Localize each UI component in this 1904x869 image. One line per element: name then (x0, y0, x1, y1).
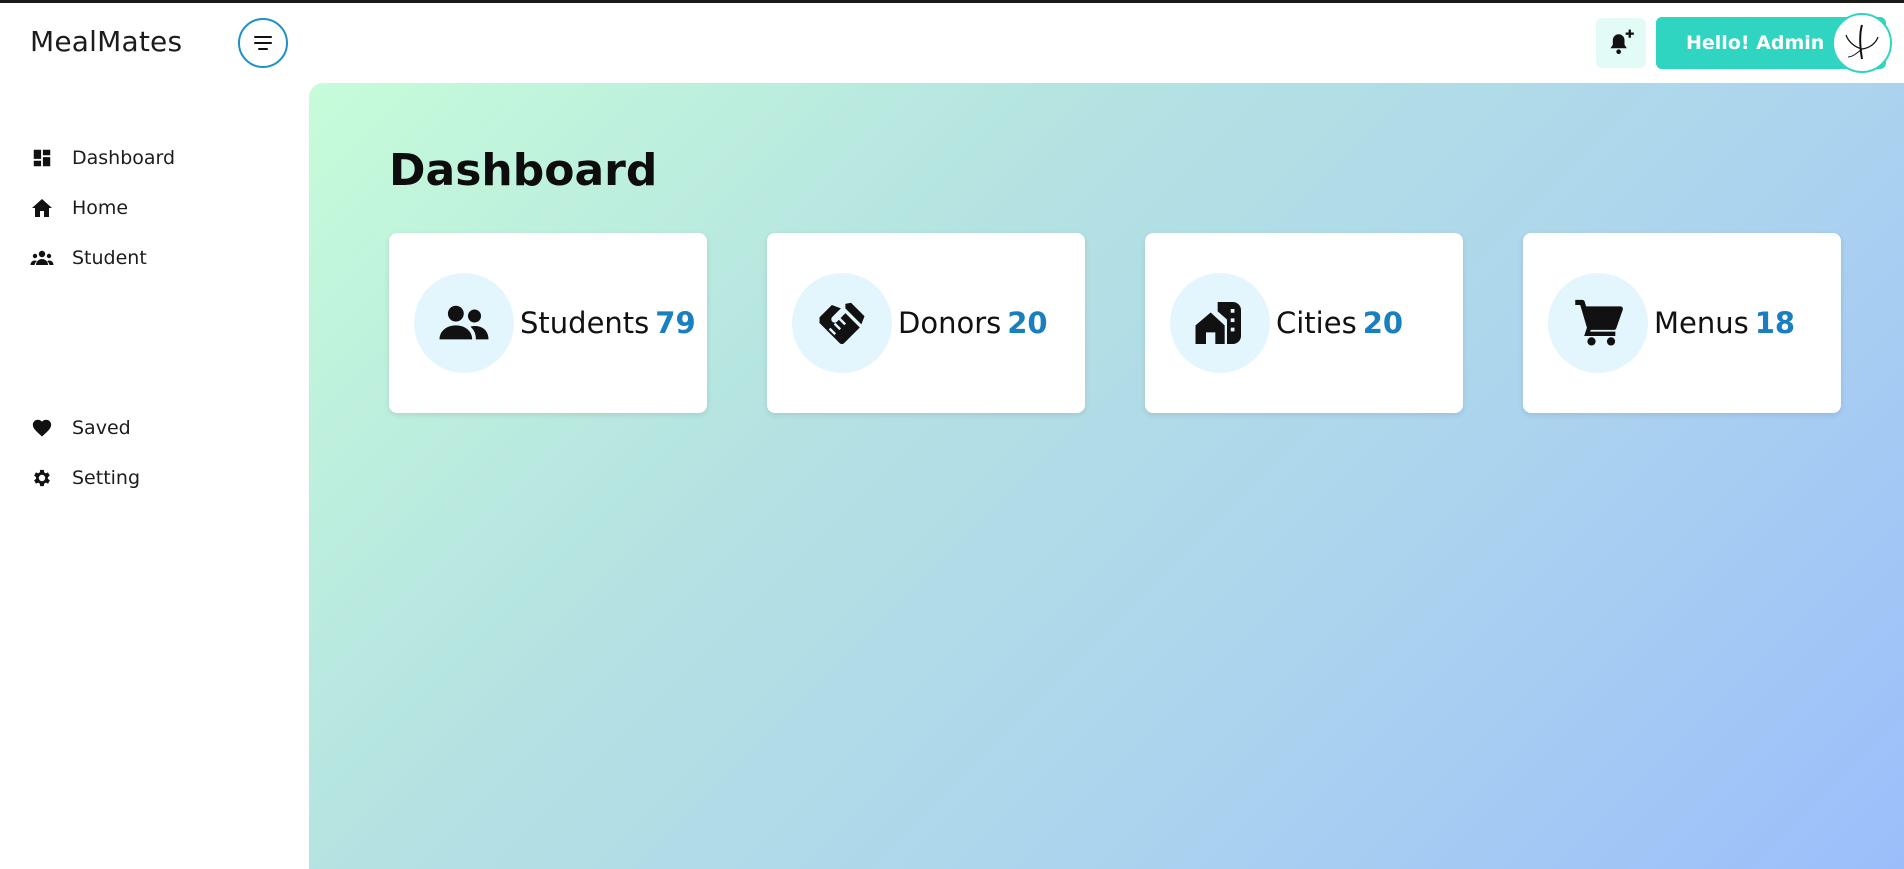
stat-count: 20 (1362, 306, 1404, 340)
admin-greeting: Hello! Admin (1686, 32, 1825, 54)
stat-icon-badge (1170, 273, 1270, 373)
stat-card-donors[interactable]: Donors 20 (767, 233, 1085, 413)
cart-icon (1575, 299, 1623, 346)
app-brand[interactable]: MealMates (30, 25, 182, 58)
sidebar-item-label: Student (72, 247, 147, 269)
sidebar-item-label: Saved (72, 417, 131, 439)
sidebar-item-label: Home (72, 197, 129, 219)
sidebar-item-label: Dashboard (72, 147, 176, 169)
sidebar-item-student[interactable]: Student (30, 243, 147, 273)
sidebar-item-label: Setting (72, 467, 141, 489)
group-icon (30, 246, 54, 270)
stat-card-students[interactable]: Students 79 (389, 233, 707, 413)
stat-count: 20 (1007, 306, 1048, 340)
stat-label: Cities (1276, 306, 1357, 340)
stat-count: 79 (655, 306, 696, 340)
city-icon (1195, 302, 1241, 344)
handshake-icon (819, 302, 865, 345)
stat-label: Donors (898, 306, 1002, 340)
heart-icon (30, 416, 54, 440)
avatar[interactable] (1832, 13, 1892, 73)
top-border (0, 0, 1904, 3)
sidebar-item-home[interactable]: Home (30, 193, 128, 223)
stat-card-cities[interactable]: Cities 20 (1145, 233, 1463, 413)
stat-icon-badge (792, 273, 892, 373)
dashboard-icon (30, 146, 54, 170)
leaf-logo-icon (1845, 24, 1879, 60)
sidebar-item-setting[interactable]: Setting (30, 463, 140, 493)
stat-card-menus[interactable]: Menus 18 (1523, 233, 1841, 413)
add-notification-button[interactable] (1596, 18, 1646, 68)
menu-lines-icon (254, 36, 272, 50)
home-icon (30, 196, 54, 220)
sidebar: Dashboard Home Student Saved Setting (0, 80, 308, 869)
stat-label: Students (520, 306, 650, 340)
stat-icon-badge (1548, 273, 1648, 373)
main-content: Dashboard Students 79 Donors 20 Cities 2… (309, 83, 1904, 869)
people-icon (439, 305, 489, 340)
stat-icon-badge (414, 273, 514, 373)
menu-toggle-button[interactable] (238, 18, 288, 68)
sidebar-item-dashboard[interactable]: Dashboard (30, 143, 175, 173)
stat-label: Menus (1654, 306, 1749, 340)
gear-icon (30, 466, 54, 490)
sidebar-item-saved[interactable]: Saved (30, 413, 131, 443)
page-title: Dashboard (389, 145, 658, 196)
stat-count: 18 (1754, 306, 1796, 340)
bell-plus-icon (1610, 29, 1634, 55)
